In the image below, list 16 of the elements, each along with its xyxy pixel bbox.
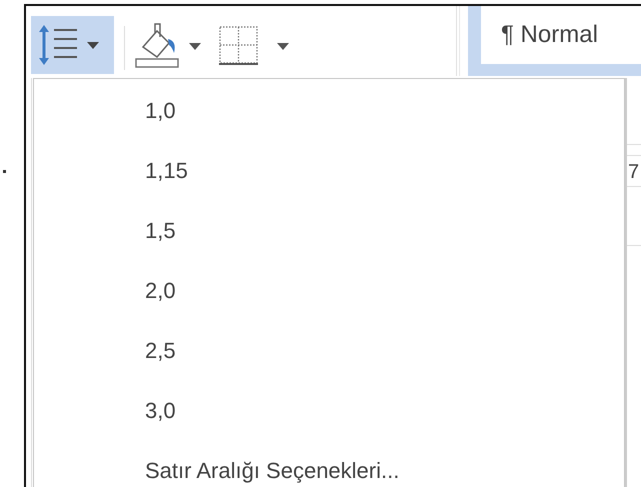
caret-icon	[189, 42, 201, 50]
bullet-mark	[3, 170, 6, 173]
menu-item[interactable]: 2,5	[145, 338, 176, 364]
menu-item[interactable]: 2,0	[145, 278, 176, 304]
caret-icon	[277, 42, 289, 50]
paint-bucket-icon	[135, 23, 181, 69]
menu-item[interactable]: Satır Aralığı Seçenekleri...	[145, 458, 400, 484]
menu-item[interactable]: 1,15	[145, 158, 188, 184]
document-text: 7	[627, 160, 640, 184]
menu-item[interactable]: 1,0	[145, 98, 176, 124]
line-spacing-button[interactable]	[31, 16, 114, 74]
caret-icon	[87, 42, 99, 48]
borders-icon	[219, 26, 259, 66]
menu-item[interactable]: 1,5	[145, 218, 176, 244]
menu-item[interactable]: 3,0	[145, 398, 176, 424]
line-spacing-icon	[39, 23, 79, 67]
